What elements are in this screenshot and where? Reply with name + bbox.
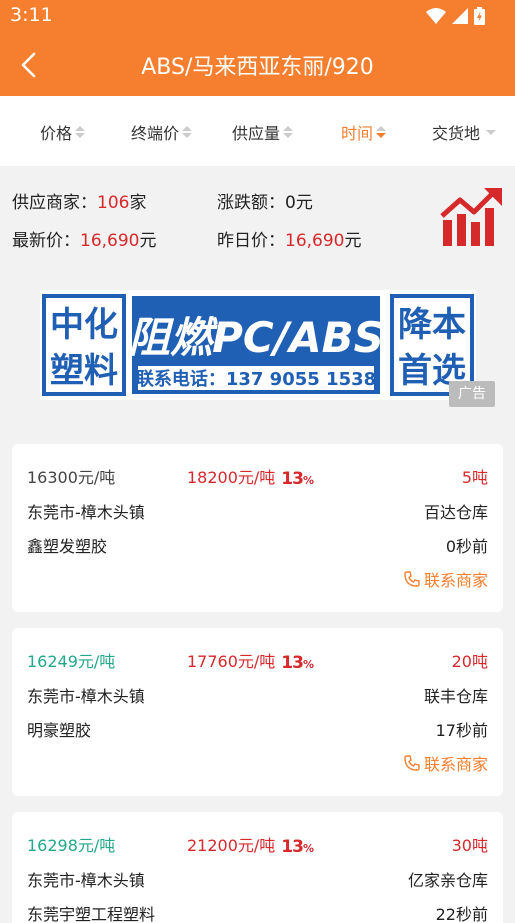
listing-card[interactable]: 16300元/吨 18200元/吨 13% 5吨 东莞市-樟木头镇 百达仓库 鑫塑…	[12, 444, 503, 612]
price-row: 16249元/吨 17760元/吨 13% 20吨	[27, 648, 488, 673]
ad-banner[interactable]: 中化 塑料 阻燃PC/ABS 联系电话：137 9055 1538 降本 首选	[40, 290, 476, 400]
signal-icon	[452, 8, 468, 24]
contact-row: 联系商家	[27, 751, 488, 775]
page-title: ABS/马来西亚东丽/920	[141, 55, 374, 80]
yesterday-price: 昨日价：16,690元	[217, 231, 362, 251]
post-time: 0秒前	[445, 537, 488, 556]
warehouse: 亿家亲仓库	[407, 871, 488, 890]
warehouse: 百达仓库	[423, 503, 488, 522]
trend-chart-icon[interactable]	[440, 186, 504, 248]
filter-label: 时间	[341, 124, 374, 143]
tax-badge: 13%	[281, 837, 314, 857]
filter-terminal-price[interactable]: 终端价	[131, 120, 193, 144]
wifi-icon	[426, 8, 446, 24]
filter-price[interactable]: 价格	[40, 120, 86, 144]
sort-icon	[182, 126, 193, 138]
ad-phone: 联系电话：137 9055 1538	[136, 368, 376, 390]
filter-label: 价格	[40, 124, 73, 143]
location-row: 东莞市-樟木头镇 百达仓库	[27, 499, 488, 523]
supply-price: 16249元/吨	[27, 652, 116, 671]
ad-left-top: 中化	[50, 305, 118, 345]
ad-right-top: 降本	[398, 305, 466, 345]
filter-time[interactable]: 时间	[341, 120, 387, 144]
contact-button[interactable]: 联系商家	[404, 567, 488, 591]
price-row: 16298元/吨 21200元/吨 13% 30吨	[27, 832, 488, 857]
status-bar: 3:11	[0, 0, 515, 32]
filter-label: 交货地	[432, 124, 481, 143]
sort-icon	[376, 126, 387, 138]
listing-card[interactable]: 16249元/吨 17760元/吨 13% 20吨 东莞市-樟木头镇 联丰仓库 明…	[12, 628, 503, 796]
quantity: 5吨	[461, 468, 488, 487]
contact-row: 联系商家	[27, 567, 488, 591]
battery-icon	[474, 7, 485, 25]
company-row: 鑫塑发塑胶 0秒前	[27, 533, 488, 557]
latest-price: 最新价：16,690元	[12, 231, 157, 251]
ad-tag: 广告	[449, 381, 495, 407]
tax-badge: 13%	[281, 469, 314, 489]
listing-card[interactable]: 16298元/吨 21200元/吨 13% 30吨 东莞市-樟木头镇 亿家亲仓库 …	[12, 812, 503, 923]
supply-price: 16300元/吨	[27, 468, 116, 487]
contact-label: 联系商家	[423, 755, 488, 774]
terminal-price: 18200元/吨 13%	[187, 468, 314, 489]
quantity: 30吨	[451, 836, 488, 855]
price-row: 16300元/吨 18200元/吨 13% 5吨	[27, 464, 488, 489]
filter-bar: 价格 终端价 供应量 时间 交货地	[0, 96, 515, 166]
price-change: 涨跌额：0元	[217, 193, 313, 213]
quantity: 20吨	[451, 652, 488, 671]
dropdown-icon	[486, 129, 497, 135]
company-row: 东莞宇塑工程塑料 22秒前	[27, 901, 488, 923]
location-row: 东莞市-樟木头镇 亿家亲仓库	[27, 867, 488, 891]
post-time: 22秒前	[435, 905, 488, 923]
contact-button[interactable]: 联系商家	[404, 751, 488, 775]
sort-icon	[283, 126, 294, 138]
filter-label: 供应量	[232, 124, 281, 143]
company-name: 鑫塑发塑胶	[27, 537, 108, 556]
app-header: 3:11 ABS/马来西亚东丽/920	[0, 0, 515, 96]
filter-supply[interactable]: 供应量	[232, 120, 294, 144]
terminal-price: 17760元/吨 13%	[187, 652, 314, 673]
company-name: 东莞宇塑工程塑料	[27, 905, 156, 923]
phone-icon	[404, 571, 420, 587]
status-icons	[426, 6, 485, 26]
terminal-price: 21200元/吨 13%	[187, 836, 314, 857]
back-button[interactable]	[14, 50, 44, 80]
filter-delivery[interactable]: 交货地	[432, 120, 497, 144]
ad-left-bottom: 塑料	[50, 351, 118, 391]
ad-main-text: 阻燃PC/ABS	[128, 313, 384, 362]
tax-badge: 13%	[281, 653, 314, 673]
supply-price: 16298元/吨	[27, 836, 116, 855]
phone-icon	[404, 755, 420, 771]
company-name: 明豪塑胶	[27, 721, 92, 740]
location-row: 东莞市-樟木头镇 联丰仓库	[27, 683, 488, 707]
supplier-count: 供应商家：106家	[12, 193, 147, 213]
company-row: 明豪塑胶 17秒前	[27, 717, 488, 741]
warehouse: 联丰仓库	[423, 687, 488, 706]
contact-label: 联系商家	[423, 571, 488, 590]
status-time: 3:11	[10, 4, 53, 26]
location: 东莞市-樟木头镇	[27, 871, 145, 890]
location: 东莞市-樟木头镇	[27, 687, 145, 706]
location: 东莞市-樟木头镇	[27, 503, 145, 522]
filter-label: 终端价	[131, 124, 180, 143]
post-time: 17秒前	[435, 721, 488, 740]
sort-icon	[75, 126, 86, 138]
